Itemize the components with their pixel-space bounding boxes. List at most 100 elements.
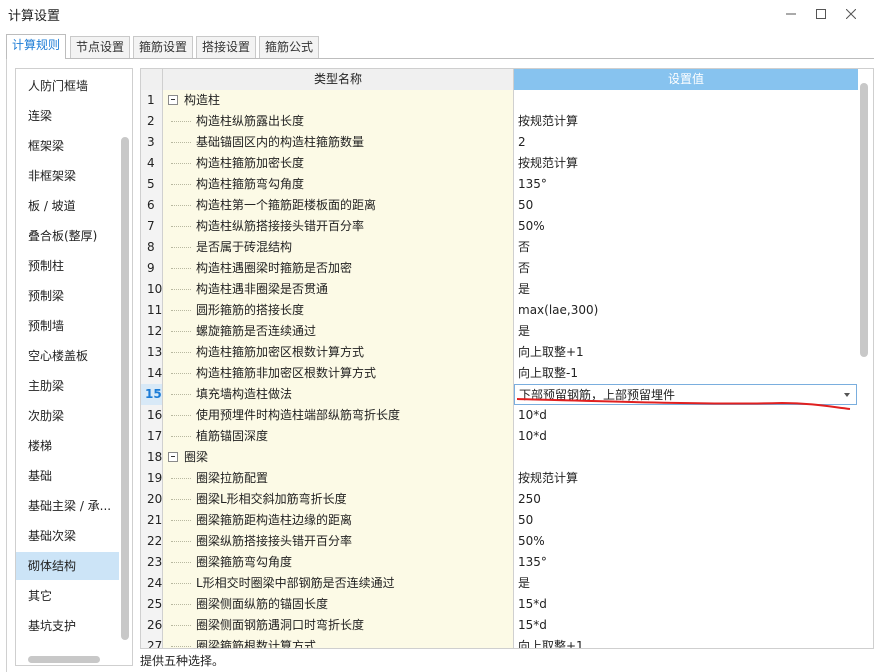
row-number[interactable]: 9 bbox=[141, 258, 163, 279]
setting-value-cell[interactable]: 15*d bbox=[514, 615, 857, 636]
type-name-cell[interactable]: 植筋锚固深度 bbox=[163, 426, 514, 447]
collapse-icon[interactable] bbox=[168, 95, 178, 105]
setting-value-cell[interactable]: 向上取整+1 bbox=[514, 342, 857, 363]
type-name-cell[interactable]: 构造柱纵筋搭接接头错开百分率 bbox=[163, 216, 514, 237]
component-list-item[interactable]: 人防门框墙 bbox=[16, 72, 119, 100]
type-name-cell[interactable]: 圈梁箍筋根数计算方式 bbox=[163, 636, 514, 648]
table-row[interactable]: 22 圈梁纵筋搭接接头错开百分率 50% bbox=[141, 531, 857, 552]
setting-value-cell[interactable]: 按规范计算 bbox=[514, 468, 857, 489]
type-name-cell[interactable]: 圈梁侧面纵筋的锚固长度 bbox=[163, 594, 514, 615]
tab-stirrup-formula[interactable]: 箍筋公式 bbox=[259, 36, 320, 58]
component-list-item[interactable]: 基础主梁 / 承... bbox=[16, 492, 119, 520]
table-row[interactable]: 17 植筋锚固深度 10*d bbox=[141, 426, 857, 447]
setting-value-cell[interactable]: 向上取整+1 bbox=[514, 636, 857, 648]
row-number[interactable]: 17 bbox=[141, 426, 163, 447]
row-number[interactable]: 15 bbox=[141, 384, 163, 405]
row-number[interactable]: 10 bbox=[141, 279, 163, 300]
setting-value-cell[interactable]: 按规范计算 bbox=[514, 153, 857, 174]
table-row[interactable]: 18 圈梁 bbox=[141, 447, 857, 468]
row-number[interactable]: 24 bbox=[141, 573, 163, 594]
component-list-item[interactable]: 框架梁 bbox=[16, 132, 119, 160]
component-list-item[interactable]: 次肋梁 bbox=[16, 402, 119, 430]
close-button[interactable] bbox=[836, 3, 866, 25]
setting-value-cell[interactable]: 向上取整-1 bbox=[514, 363, 857, 384]
component-list-item[interactable]: 砌体结构 bbox=[16, 552, 119, 580]
component-list-item[interactable]: 预制柱 bbox=[16, 252, 119, 280]
component-list-item[interactable]: 基础 bbox=[16, 462, 119, 490]
type-name-cell[interactable]: 圈梁箍筋弯勾角度 bbox=[163, 552, 514, 573]
component-list-item[interactable]: 基坑支护 bbox=[16, 612, 119, 640]
row-number[interactable]: 11 bbox=[141, 300, 163, 321]
component-list-item[interactable]: 空心楼盖板 bbox=[16, 342, 119, 370]
type-name-cell[interactable]: 构造柱箍筋弯勾角度 bbox=[163, 174, 514, 195]
setting-value-cell[interactable]: 是 bbox=[514, 321, 857, 342]
row-number[interactable]: 21 bbox=[141, 510, 163, 531]
setting-value-cell[interactable]: 10*d bbox=[514, 405, 857, 426]
dropdown-arrow-icon[interactable] bbox=[844, 393, 850, 397]
setting-value-cell[interactable]: 135° bbox=[514, 174, 857, 195]
component-list-item[interactable]: 叠合板(整厚) bbox=[16, 222, 119, 250]
tab-node-settings[interactable]: 节点设置 bbox=[70, 36, 131, 58]
type-name-cell[interactable]: 构造柱第一个箍筋距楼板面的距离 bbox=[163, 195, 514, 216]
setting-value-cell[interactable]: 否 bbox=[514, 258, 857, 279]
component-list-item[interactable]: 预制墙 bbox=[16, 312, 119, 340]
type-name-cell[interactable]: 是否属于砖混结构 bbox=[163, 237, 514, 258]
row-number[interactable]: 14 bbox=[141, 363, 163, 384]
component-list-item[interactable]: 预制梁 bbox=[16, 282, 119, 310]
row-number[interactable]: 3 bbox=[141, 132, 163, 153]
row-number[interactable]: 26 bbox=[141, 615, 163, 636]
component-list-item[interactable]: 板 / 坡道 bbox=[16, 192, 119, 220]
table-row[interactable]: 15 填充墙构造柱做法 下部预留钢筋，上部预留埋件 bbox=[141, 384, 857, 405]
component-list-item[interactable]: 主肋梁 bbox=[16, 372, 119, 400]
type-name-header[interactable]: 类型名称 bbox=[163, 69, 514, 90]
setting-value-cell[interactable]: 2 bbox=[514, 132, 857, 153]
table-row[interactable]: 10 构造柱遇非圈梁是否贯通 是 bbox=[141, 279, 857, 300]
row-number[interactable]: 7 bbox=[141, 216, 163, 237]
row-number[interactable]: 18 bbox=[141, 447, 163, 468]
type-name-cell[interactable]: 圈梁L形相交斜加筋弯折长度 bbox=[163, 489, 514, 510]
type-name-cell[interactable]: 使用预埋件时构造柱端部纵筋弯折长度 bbox=[163, 405, 514, 426]
setting-value-cell[interactable]: 50% bbox=[514, 531, 857, 552]
setting-value-dropdown[interactable]: 下部预留钢筋，上部预留埋件 bbox=[514, 384, 857, 405]
table-row[interactable]: 23 圈梁箍筋弯勾角度 135° bbox=[141, 552, 857, 573]
tab-calc-rules[interactable]: 计算规则 bbox=[6, 34, 67, 59]
table-row[interactable]: 24 L形相交时圈梁中部钢筋是否连续通过 是 bbox=[141, 573, 857, 594]
setting-value-cell[interactable]: 250 bbox=[514, 489, 857, 510]
type-name-cell[interactable]: L形相交时圈梁中部钢筋是否连续通过 bbox=[163, 573, 514, 594]
type-name-cell[interactable]: 圈梁侧面钢筋遇洞口时弯折长度 bbox=[163, 615, 514, 636]
setting-value-cell[interactable]: max(lae,300) bbox=[514, 300, 857, 321]
table-row[interactable]: 19 圈梁拉筋配置 按规范计算 bbox=[141, 468, 857, 489]
type-name-cell[interactable]: 填充墙构造柱做法 bbox=[163, 384, 514, 405]
row-number[interactable]: 22 bbox=[141, 531, 163, 552]
tab-stirrup-settings[interactable]: 箍筋设置 bbox=[133, 36, 194, 58]
setting-value-cell[interactable]: 按规范计算 bbox=[514, 111, 857, 132]
table-row[interactable]: 14 构造柱箍筋非加密区根数计算方式 向上取整-1 bbox=[141, 363, 857, 384]
component-list-item[interactable]: 其它 bbox=[16, 582, 119, 610]
row-number[interactable]: 2 bbox=[141, 111, 163, 132]
table-row[interactable]: 13 构造柱箍筋加密区根数计算方式 向上取整+1 bbox=[141, 342, 857, 363]
setting-value-cell[interactable] bbox=[514, 90, 857, 111]
group-name-cell[interactable]: 构造柱 bbox=[163, 90, 514, 111]
component-list-vertical-scrollbar[interactable] bbox=[121, 137, 129, 640]
component-list-item[interactable]: 连梁 bbox=[16, 102, 119, 130]
table-row[interactable]: 9 构造柱遇圈梁时箍筋是否加密 否 bbox=[141, 258, 857, 279]
row-number[interactable]: 27 bbox=[141, 636, 163, 648]
type-name-cell[interactable]: 构造柱箍筋加密长度 bbox=[163, 153, 514, 174]
type-name-cell[interactable]: 圈梁箍筋距构造柱边缘的距离 bbox=[163, 510, 514, 531]
component-list-horizontal-scrollbar[interactable] bbox=[28, 656, 100, 663]
table-row[interactable]: 20 圈梁L形相交斜加筋弯折长度 250 bbox=[141, 489, 857, 510]
type-name-cell[interactable]: 圆形箍筋的搭接长度 bbox=[163, 300, 514, 321]
row-number[interactable]: 23 bbox=[141, 552, 163, 573]
collapse-icon[interactable] bbox=[168, 452, 178, 462]
maximize-button[interactable] bbox=[806, 3, 836, 25]
row-number[interactable]: 4 bbox=[141, 153, 163, 174]
table-row[interactable]: 16 使用预埋件时构造柱端部纵筋弯折长度 10*d bbox=[141, 405, 857, 426]
table-row[interactable]: 3 基础锚固区内的构造柱箍筋数量 2 bbox=[141, 132, 857, 153]
type-name-cell[interactable]: 构造柱纵筋露出长度 bbox=[163, 111, 514, 132]
setting-value-cell[interactable]: 10*d bbox=[514, 426, 857, 447]
setting-value-cell[interactable]: 135° bbox=[514, 552, 857, 573]
type-name-cell[interactable]: 构造柱箍筋非加密区根数计算方式 bbox=[163, 363, 514, 384]
grid-vertical-scrollbar[interactable] bbox=[860, 83, 868, 357]
row-number[interactable]: 16 bbox=[141, 405, 163, 426]
table-row[interactable]: 1 构造柱 bbox=[141, 90, 857, 111]
